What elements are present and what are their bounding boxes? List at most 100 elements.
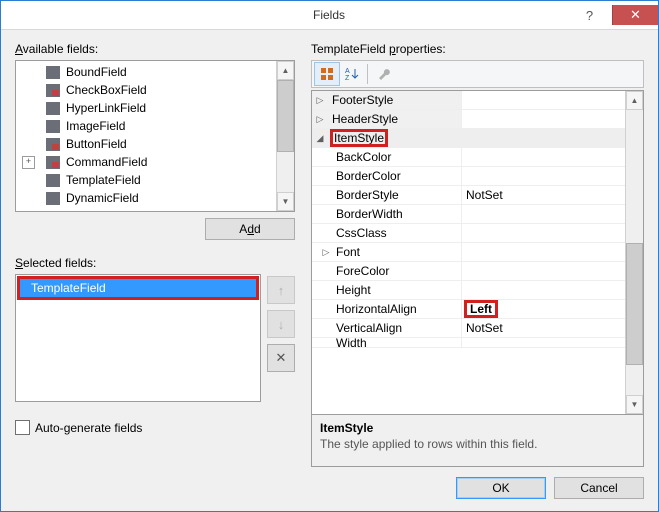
prop-row-width[interactable]: Width	[312, 338, 625, 348]
scroll-thumb[interactable]	[626, 243, 643, 365]
selected-fields-list[interactable]: TemplateField	[15, 274, 261, 402]
dialog-footer: OK Cancel	[1, 477, 658, 511]
prop-value[interactable]: Left	[466, 302, 496, 316]
add-button[interactable]: Add	[205, 218, 295, 240]
scroll-up-icon[interactable]: ▲	[626, 91, 643, 110]
collapse-icon[interactable]: ◢	[312, 133, 328, 144]
tree-item-label: ImageField	[66, 119, 125, 133]
prop-name: ForeColor	[312, 264, 389, 278]
scrollbar[interactable]: ▲ ▼	[625, 91, 643, 414]
cancel-button[interactable]: Cancel	[554, 477, 644, 499]
prop-value[interactable]	[462, 262, 625, 280]
alphabetical-icon: A Z	[345, 67, 359, 81]
delete-icon: ✕	[276, 350, 287, 366]
prop-name: HorizontalAlign	[312, 302, 417, 316]
prop-group-itemstyle[interactable]: ◢ ItemStyle	[312, 129, 625, 148]
prop-value[interactable]: NotSet	[462, 319, 625, 337]
prop-value[interactable]	[462, 167, 625, 185]
tree-item[interactable]: DynamicField	[16, 189, 276, 207]
field-dynamic-icon	[46, 192, 60, 205]
prop-name: BackColor	[312, 150, 391, 164]
prop-value[interactable]	[462, 224, 625, 242]
tree-item[interactable]: CheckBoxField	[16, 81, 276, 99]
field-template-icon	[46, 174, 60, 187]
arrow-down-icon: ↓	[278, 317, 285, 332]
auto-generate-label: Auto-generate fields	[35, 421, 142, 435]
move-up-button[interactable]: ↑	[267, 276, 295, 304]
selected-item-label: TemplateField	[31, 281, 106, 295]
tree-item[interactable]: BoundField	[16, 63, 276, 81]
available-fields-list[interactable]: BoundField CheckBoxField HyperLinkField	[15, 60, 295, 212]
available-fields-tree[interactable]: BoundField CheckBoxField HyperLinkField	[16, 61, 276, 211]
svg-text:Z: Z	[345, 75, 350, 81]
close-button[interactable]: ✕	[612, 5, 658, 25]
svg-text:A: A	[345, 68, 350, 75]
prop-row-backcolor[interactable]: BackColor	[312, 148, 625, 167]
prop-name: BorderWidth	[312, 207, 403, 221]
prop-row-cssclass[interactable]: CssClass	[312, 224, 625, 243]
description-pane: ItemStyle The style applied to rows with…	[311, 415, 644, 467]
expand-icon[interactable]: +	[22, 156, 35, 169]
expand-icon[interactable]: ▷	[318, 247, 334, 258]
prop-row-borderstyle[interactable]: BorderStyle NotSet	[312, 186, 625, 205]
prop-name: Width	[312, 338, 367, 348]
tree-item-label: ButtonField	[66, 137, 127, 151]
prop-row-borderwidth[interactable]: BorderWidth	[312, 205, 625, 224]
properties-label: TemplateField properties:	[311, 42, 644, 56]
window-title: Fields	[91, 8, 567, 22]
property-toolbar: A Z	[311, 60, 644, 88]
field-button-icon	[46, 138, 60, 151]
tree-item[interactable]: TemplateField	[16, 171, 276, 189]
tree-item-label: DynamicField	[66, 191, 139, 205]
field-command-icon	[46, 156, 60, 169]
prop-name: HeaderStyle	[328, 112, 398, 126]
move-down-button[interactable]: ↓	[267, 310, 295, 338]
prop-row-font[interactable]: ▷Font	[312, 243, 625, 262]
scroll-down-icon[interactable]: ▼	[626, 395, 643, 414]
prop-value[interactable]	[462, 148, 625, 166]
prop-row-verticalalign[interactable]: VerticalAlign NotSet	[312, 319, 625, 338]
scroll-thumb[interactable]	[277, 80, 294, 152]
delete-button[interactable]: ✕	[267, 344, 295, 372]
expand-icon[interactable]: ▷	[312, 95, 328, 106]
tree-item-label: CommandField	[66, 155, 147, 169]
scrollbar[interactable]: ▲ ▼	[276, 61, 294, 211]
scroll-down-icon[interactable]: ▼	[277, 192, 294, 211]
help-button[interactable]: ?	[567, 5, 612, 25]
field-icon	[46, 66, 60, 79]
tree-item[interactable]: ButtonField	[16, 135, 276, 153]
ok-button[interactable]: OK	[456, 477, 546, 499]
prop-row-forecolor[interactable]: ForeColor	[312, 262, 625, 281]
selected-item-templatefield[interactable]: TemplateField	[19, 278, 257, 298]
tree-item[interactable]: HyperLinkField	[16, 99, 276, 117]
prop-row-height[interactable]: Height	[312, 281, 625, 300]
categorized-button[interactable]	[314, 62, 340, 86]
prop-value[interactable]	[462, 338, 625, 347]
tree-item-label: HyperLinkField	[66, 101, 146, 115]
expand-icon[interactable]: ▷	[312, 114, 328, 125]
prop-value[interactable]	[462, 243, 625, 261]
scroll-up-icon[interactable]: ▲	[277, 61, 294, 80]
tree-item-label: CheckBoxField	[66, 83, 147, 97]
tree-item-label: BoundField	[66, 65, 127, 79]
prop-value[interactable]	[462, 281, 625, 299]
checkbox-icon[interactable]	[15, 420, 30, 435]
prop-group-headerstyle[interactable]: ▷HeaderStyle	[312, 110, 625, 129]
prop-row-horizontalalign[interactable]: HorizontalAlign Left	[312, 300, 625, 319]
tree-item[interactable]: + CommandField	[16, 153, 276, 171]
prop-group-footerstyle[interactable]: ▷FooterStyle	[312, 91, 625, 110]
properties-page-button[interactable]	[371, 63, 395, 85]
tree-item[interactable]: ImageField	[16, 117, 276, 135]
prop-value[interactable]: NotSet	[462, 186, 625, 204]
prop-row-bordercolor[interactable]: BorderColor	[312, 167, 625, 186]
property-grid[interactable]: ▷FooterStyle ▷HeaderStyle ◢ItemStyle	[311, 90, 644, 415]
alphabetical-button[interactable]: A Z	[340, 63, 364, 85]
prop-value[interactable]	[462, 205, 625, 223]
field-check-icon	[46, 84, 60, 97]
description-title: ItemStyle	[320, 421, 635, 435]
auto-generate-checkbox[interactable]: Auto-generate fields	[15, 420, 295, 435]
prop-name: ItemStyle	[332, 131, 386, 145]
prop-name: BorderStyle	[312, 188, 399, 202]
prop-name: VerticalAlign	[312, 321, 402, 335]
categorized-icon	[320, 67, 334, 81]
